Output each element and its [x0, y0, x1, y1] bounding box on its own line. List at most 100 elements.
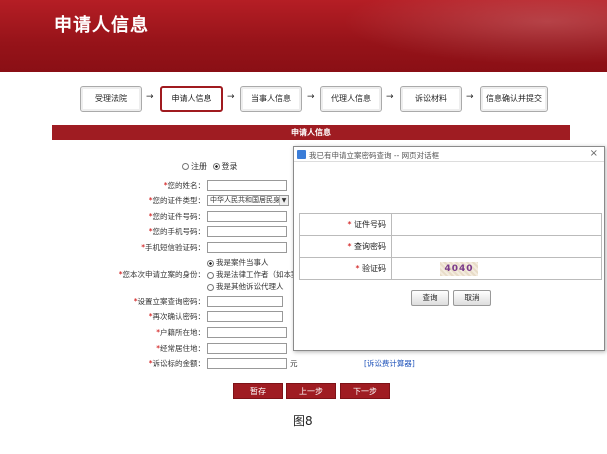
- label-text: 再次确认密码：: [152, 312, 206, 321]
- step-court[interactable]: 受理法院: [80, 86, 142, 112]
- cancel-button[interactable]: 取消: [453, 290, 491, 306]
- label-text: 查询密码: [354, 242, 386, 251]
- arrow-icon: →: [307, 92, 315, 102]
- identity-party-radio[interactable]: [207, 259, 214, 267]
- confirm-password-input[interactable]: [207, 311, 283, 322]
- phone-label: *您的手机号码：: [149, 226, 205, 237]
- captcha-label: * 验证码: [299, 257, 392, 280]
- query-password-input[interactable]: [207, 296, 283, 307]
- step-label: 信息确认并提交: [486, 94, 542, 103]
- sms-label: *手机短信验证码：: [141, 242, 205, 253]
- name-input[interactable]: [207, 180, 287, 191]
- id-number-label: * 证件号码: [299, 213, 392, 236]
- figure-caption: 图8: [293, 414, 313, 428]
- identity-label: *您本次申请立案的身份：: [119, 269, 205, 280]
- query-dialog: 我已有申请立案密码查询 -- 网页对话框 × * 证件号码 * 查询密码 * 验…: [293, 146, 605, 351]
- close-icon[interactable]: ×: [590, 148, 598, 159]
- label-text: 诉讼标的金额：: [152, 359, 206, 368]
- login-label: 登录: [221, 162, 238, 171]
- amount-row: *诉讼标的金额： 元 [诉讼费计算器]: [0, 358, 607, 370]
- residence-input[interactable]: [207, 343, 287, 354]
- id-type-value: 中华人民共和国居民身: [210, 196, 280, 204]
- password-label: * 查询密码: [299, 235, 392, 258]
- option-text: 我是案件当事人: [216, 258, 269, 267]
- step-applicant[interactable]: 申请人信息: [160, 86, 223, 112]
- phone-input[interactable]: [207, 226, 287, 237]
- dialog-id-number-input[interactable]: [391, 213, 602, 236]
- dialog-title: 我已有申请立案密码查询 -- 网页对话框: [309, 151, 440, 160]
- dialog-captcha-cell[interactable]: 4040: [391, 257, 602, 280]
- dialog-password-input[interactable]: [391, 235, 602, 258]
- dialog-row: * 证件号码: [299, 213, 602, 236]
- required-mark: *: [355, 264, 360, 273]
- section-header: 申请人信息: [52, 125, 570, 140]
- label-text: 户籍所在地：: [160, 328, 205, 337]
- label-text: 您的证件号码：: [152, 212, 206, 221]
- identity-party[interactable]: 我是案件当事人: [207, 257, 269, 268]
- option-text: 我是法律工作者（如本案: [216, 270, 299, 279]
- fee-calculator-link[interactable]: [诉讼费计算器]: [364, 358, 415, 369]
- header-banner: 申请人信息: [0, 0, 607, 72]
- step-label: 诉讼材料: [415, 94, 447, 103]
- amount-unit: 元: [290, 359, 298, 368]
- step-label: 受理法院: [95, 94, 127, 103]
- residence-label: *经常居住地：: [156, 343, 205, 354]
- identity-lawyer[interactable]: 我是法律工作者（如本案: [207, 269, 299, 280]
- chevron-down-icon: ▼: [279, 196, 288, 205]
- required-mark: *: [347, 242, 352, 251]
- id-number-input[interactable]: [207, 211, 287, 222]
- id-number-label: *您的证件号码：: [149, 211, 205, 222]
- dialog-row: * 验证码 4040: [299, 257, 602, 280]
- label-text: 您的手机号码：: [152, 227, 206, 236]
- page-title: 申请人信息: [54, 15, 149, 36]
- window-icon: [297, 150, 306, 159]
- arrow-icon: →: [466, 92, 474, 102]
- identity-other-radio[interactable]: [207, 283, 214, 291]
- sms-code-input[interactable]: [207, 242, 287, 253]
- arrow-icon: →: [227, 92, 235, 102]
- identity-lawyer-radio[interactable]: [207, 271, 214, 279]
- step-progress: 受理法院 → 申请人信息 → 当事人信息 → 代理人信息 → 诉讼材料 → 信息…: [80, 86, 550, 112]
- step-party[interactable]: 当事人信息: [240, 86, 302, 112]
- mode-selector: 注册 登录: [182, 161, 238, 172]
- dialog-row: * 查询密码: [299, 235, 602, 258]
- captcha-image[interactable]: 4040: [440, 261, 478, 276]
- banner-decoration: [307, 0, 607, 72]
- save-draft-button[interactable]: 暂存: [233, 383, 283, 399]
- amount-input[interactable]: [207, 358, 287, 369]
- amount-label: *诉讼标的金额：: [149, 358, 205, 369]
- register-label: 注册: [191, 162, 207, 171]
- label-text: 证件号码: [354, 220, 386, 229]
- identity-other[interactable]: 我是其他诉讼代理人: [207, 281, 284, 292]
- login-radio[interactable]: [212, 163, 220, 170]
- label-text: 您本次申请立案的身份：: [122, 270, 206, 279]
- name-label: *您的姓名：: [164, 180, 205, 191]
- id-type-select[interactable]: 中华人民共和国居民身 ▼: [207, 195, 289, 206]
- step-agent[interactable]: 代理人信息: [320, 86, 382, 112]
- arrow-icon: →: [146, 92, 154, 102]
- prev-step-button[interactable]: 上一步: [286, 383, 336, 399]
- arrow-icon: →: [386, 92, 394, 102]
- household-input[interactable]: [207, 327, 287, 338]
- query-pwd-label: *设置立案查询密码：: [134, 296, 205, 307]
- option-text: 我是其他诉讼代理人: [216, 282, 284, 291]
- label-text: 经常居住地：: [160, 344, 205, 353]
- label-text: 您的姓名：: [167, 181, 206, 190]
- label-text: 验证码: [362, 264, 386, 273]
- confirm-pwd-label: *再次确认密码：: [149, 311, 205, 322]
- next-step-button[interactable]: 下一步: [340, 383, 390, 399]
- step-materials[interactable]: 诉讼材料: [400, 86, 462, 112]
- register-radio[interactable]: [182, 163, 189, 170]
- dialog-form: * 证件号码 * 查询密码 * 验证码 4040: [299, 213, 602, 280]
- label-text: 设置立案查询密码：: [137, 297, 206, 306]
- label-text: 您的证件类型：: [152, 196, 206, 205]
- query-button[interactable]: 查询: [411, 290, 449, 306]
- label-text: 手机短信验证码：: [145, 243, 205, 252]
- step-confirm[interactable]: 信息确认并提交: [480, 86, 548, 112]
- step-label: 当事人信息: [251, 94, 291, 103]
- household-label: *户籍所在地：: [156, 327, 205, 338]
- step-label: 代理人信息: [331, 94, 371, 103]
- step-label: 申请人信息: [171, 94, 212, 103]
- id-type-label: *您的证件类型：: [149, 195, 205, 206]
- dialog-titlebar: 我已有申请立案密码查询 -- 网页对话框 ×: [294, 147, 604, 162]
